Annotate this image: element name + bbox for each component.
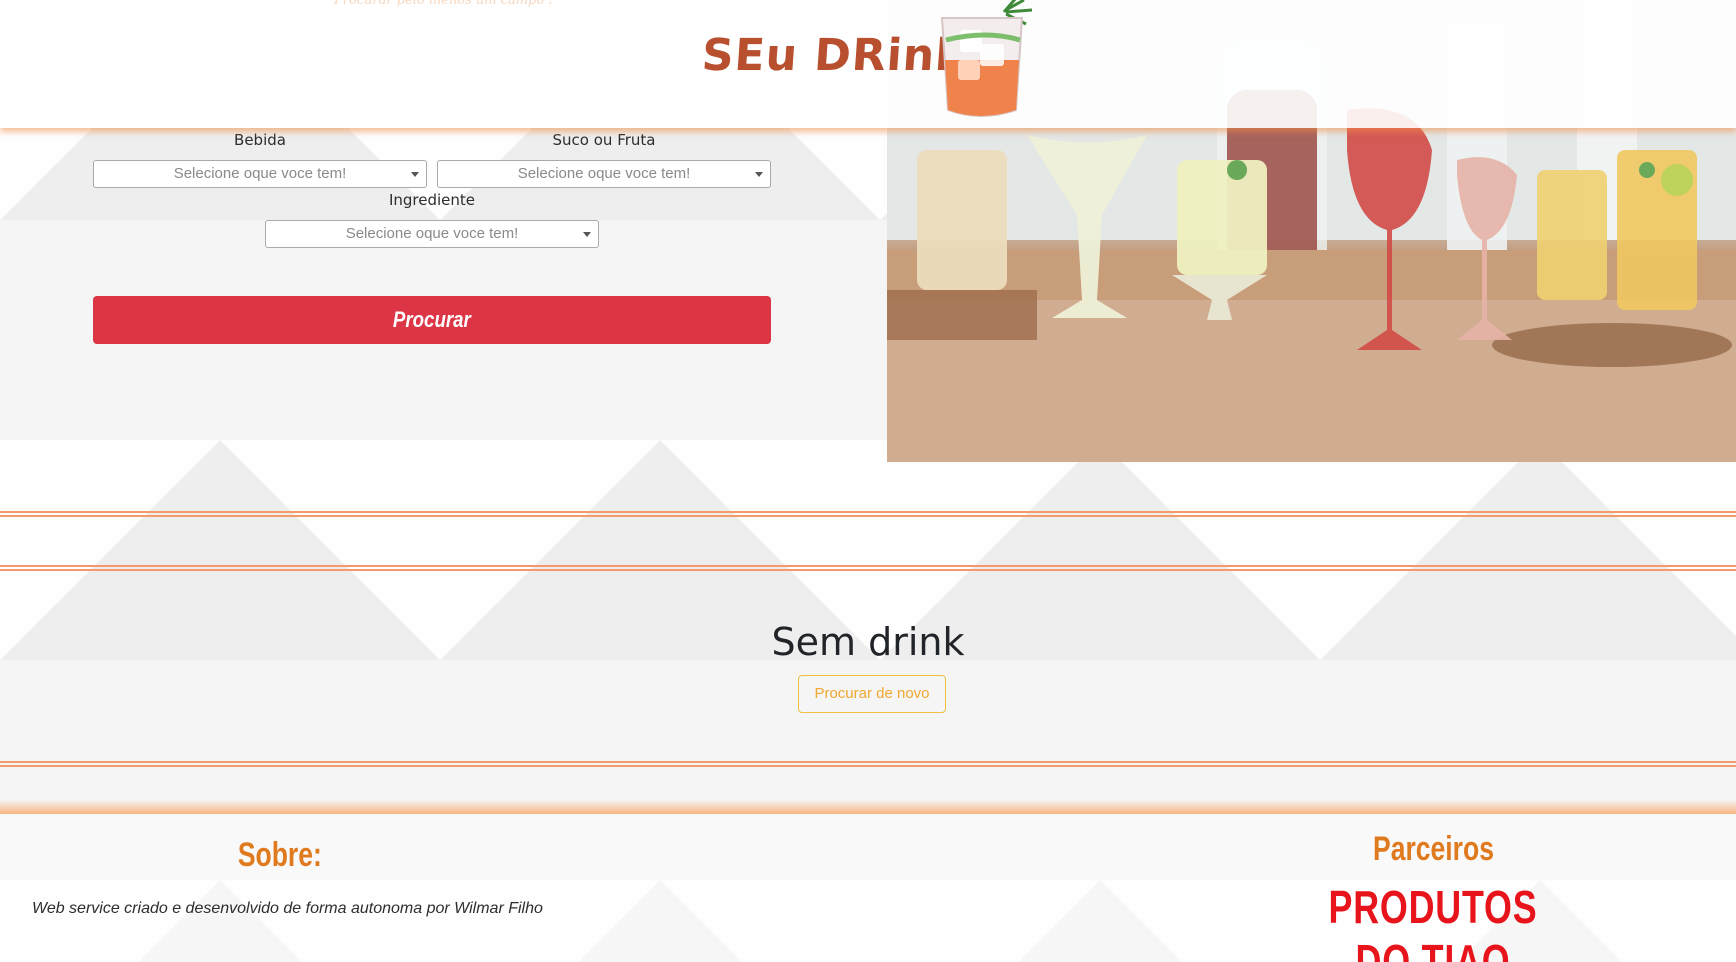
- suco-label: Suco ou Fruta: [552, 131, 656, 149]
- partner-name-text: PRODUTOS DO TIAO: [1328, 881, 1538, 962]
- footer: Sobre: Web service criado e desenvolvido…: [0, 814, 1736, 962]
- about-title-text: Sobre:: [238, 836, 322, 874]
- ingrediente-label: Ingrediente: [388, 191, 476, 209]
- ingrediente-select-value: Selecione oque voce tem!: [345, 225, 519, 242]
- chevron-down-icon: [411, 172, 419, 177]
- ingrediente-select[interactable]: Selecione oque voce tem!: [265, 220, 599, 248]
- partners-title-text: Parceiros: [1372, 830, 1494, 868]
- bebida-select[interactable]: Selecione oque voce tem!: [93, 160, 427, 188]
- chevron-down-icon: [755, 172, 763, 177]
- divider: [0, 761, 1736, 767]
- partners-title: Parceiros: [1333, 830, 1533, 869]
- divider: [0, 565, 1736, 571]
- retry-button[interactable]: Procurar de novo: [798, 675, 946, 713]
- divider: [0, 511, 1736, 517]
- logo-title[interactable]: SEu DRink: [700, 30, 967, 81]
- results-title: Sem drink: [771, 620, 965, 664]
- cocktail-glass-icon: [936, 0, 1036, 122]
- site-header: Procurar pelo menos um campo ! SEu DRink: [0, 0, 1736, 128]
- about-title: Sobre:: [180, 836, 380, 875]
- footer-shadow: [0, 800, 1736, 814]
- search-button-label: Procurar: [393, 307, 471, 332]
- chevron-down-icon: [583, 232, 591, 237]
- search-hint: Procurar pelo menos um campo !: [334, 0, 554, 8]
- search-button[interactable]: Procurar: [93, 296, 771, 344]
- bebida-label: Bebida: [234, 131, 286, 149]
- suco-select-value: Selecione oque voce tem!: [517, 165, 691, 182]
- bebida-select-value: Selecione oque voce tem!: [173, 165, 347, 182]
- partner-link[interactable]: PRODUTOS DO TIAO: [1270, 880, 1596, 962]
- about-text: Web service criado e desenvolvido de for…: [32, 900, 543, 917]
- suco-select[interactable]: Selecione oque voce tem!: [437, 160, 771, 188]
